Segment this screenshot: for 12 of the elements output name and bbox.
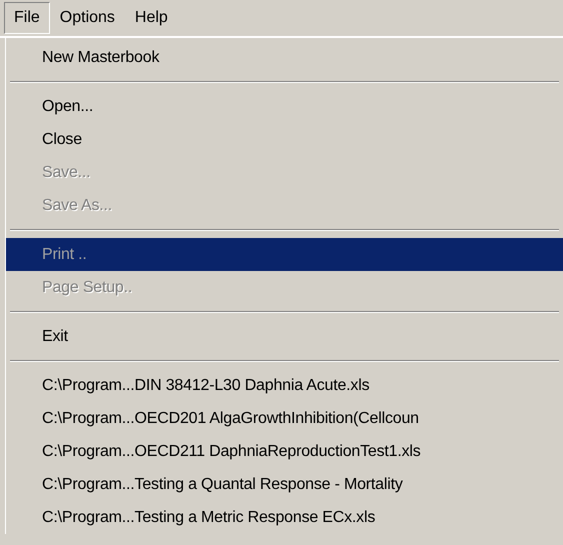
menu-item[interactable]: Close bbox=[6, 123, 563, 156]
menu-item[interactable]: C:\Program...OECD211 DaphniaReproductionTest1.xls bbox=[6, 435, 563, 468]
menu-item[interactable]: Exit bbox=[6, 320, 563, 353]
menu-item[interactable]: C:\Program...OECD201 AlgaGrowthInhibition(Cellcoun bbox=[6, 402, 563, 435]
menu-bar-item[interactable]: Help bbox=[124, 2, 178, 34]
menu-item[interactable]: C:\Program...Testing a Quantal Response - Mortality bbox=[6, 468, 563, 501]
menu-bar-item[interactable]: File bbox=[4, 2, 50, 34]
menu-item[interactable]: C:\Program...Testing a Metric Response ECx.xls bbox=[6, 501, 563, 534]
menu-item[interactable]: New Masterbook bbox=[6, 41, 563, 74]
menu-item[interactable]: Open... bbox=[6, 90, 563, 123]
menu-item[interactable]: C:\Program...DIN 38412-L30 Daphnia Acute.xls bbox=[6, 369, 563, 402]
menu-bar-item[interactable]: Options bbox=[50, 2, 125, 34]
